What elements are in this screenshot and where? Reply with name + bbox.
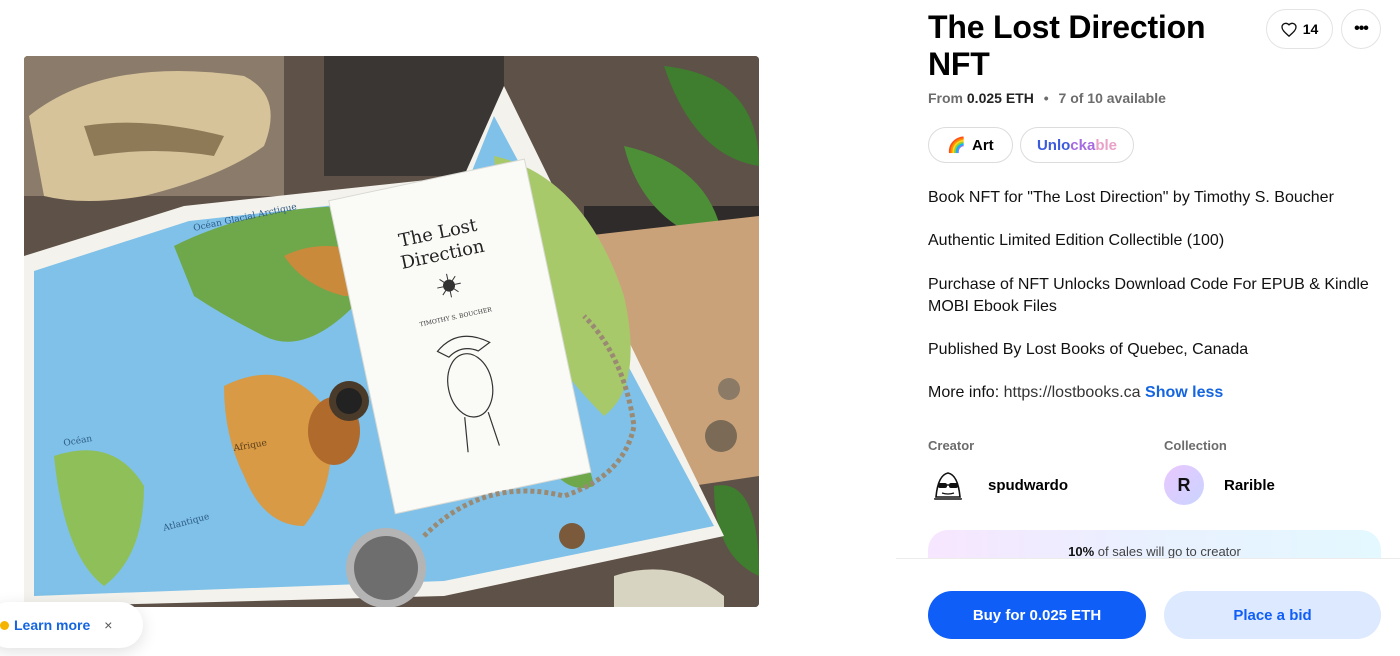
- item-title: The Lost Direction NFT: [928, 9, 1206, 82]
- place-bid-button[interactable]: Place a bid: [1164, 591, 1381, 639]
- description-line: Authentic Limited Edition Collectible (1…: [928, 232, 1225, 249]
- rarible-logo-icon: R: [1177, 474, 1191, 495]
- royalty-text: of sales will go to creator: [1097, 544, 1241, 559]
- more-info-label: More info:: [928, 384, 1000, 401]
- creator-label: Creator: [928, 438, 975, 453]
- like-button[interactable]: 14: [1266, 9, 1333, 49]
- separator-dot: •: [1043, 90, 1049, 106]
- more-info-line: More info: https://lostbooks.ca Show les…: [928, 382, 1388, 404]
- description-line: Published By Lost Books of Quebec, Canad…: [928, 341, 1249, 358]
- tag-art-label: Art: [972, 136, 994, 154]
- lightbulb-icon: [0, 620, 9, 630]
- collection-link[interactable]: R Rarible: [1164, 465, 1275, 505]
- tag-unlockable-label-part: Unlo: [1036, 136, 1071, 154]
- royalty-percent: 10%: [1068, 544, 1095, 559]
- creator-avatar: [928, 465, 968, 505]
- description-line: Purchase of NFT Unlocks Download Code Fo…: [928, 276, 1369, 315]
- buy-button[interactable]: Buy for 0.025 ETH: [928, 591, 1146, 639]
- price-prefix: From: [928, 90, 963, 106]
- collection-label: Collection: [1164, 438, 1227, 453]
- like-count: 14: [1302, 21, 1319, 37]
- artwork-illustration: Océan Glacial Arctique Atlantique Afriqu…: [24, 56, 759, 607]
- creator-link[interactable]: spudwardo: [928, 465, 1068, 505]
- price-line: From 0.025 ETH • 7 of 10 available: [928, 90, 1166, 106]
- more-options-button[interactable]: •••: [1341, 9, 1381, 49]
- tag-art[interactable]: 🌈 Art: [928, 127, 1013, 163]
- availability: 7 of 10 available: [1058, 90, 1166, 106]
- price-value: 0.025 ETH: [966, 90, 1034, 106]
- collection-avatar: R: [1164, 465, 1204, 505]
- collection-name: Rarible: [1224, 476, 1275, 494]
- heart-icon: [1281, 22, 1297, 37]
- tag-unlockable-label-part: cka: [1070, 136, 1096, 154]
- description-line: Book NFT for "The Lost Direction" by Tim…: [928, 189, 1334, 206]
- close-icon[interactable]: ×: [104, 617, 112, 633]
- rainbow-icon: 🌈: [947, 137, 966, 154]
- more-icon: •••: [1354, 20, 1369, 37]
- tag-unlockable[interactable]: Unlo cka ble: [1020, 127, 1134, 163]
- more-info-url[interactable]: https://lostbooks.ca: [1004, 384, 1141, 401]
- creator-name: spudwardo: [988, 476, 1069, 494]
- tag-unlockable-label-part: ble: [1095, 136, 1118, 154]
- learn-more-pill: Learn more ×: [0, 602, 143, 648]
- nft-artwork-image[interactable]: Océan Glacial Arctique Atlantique Afriqu…: [24, 56, 759, 607]
- show-less-link[interactable]: Show less: [1145, 384, 1223, 401]
- learn-more-link[interactable]: Learn more: [14, 617, 90, 633]
